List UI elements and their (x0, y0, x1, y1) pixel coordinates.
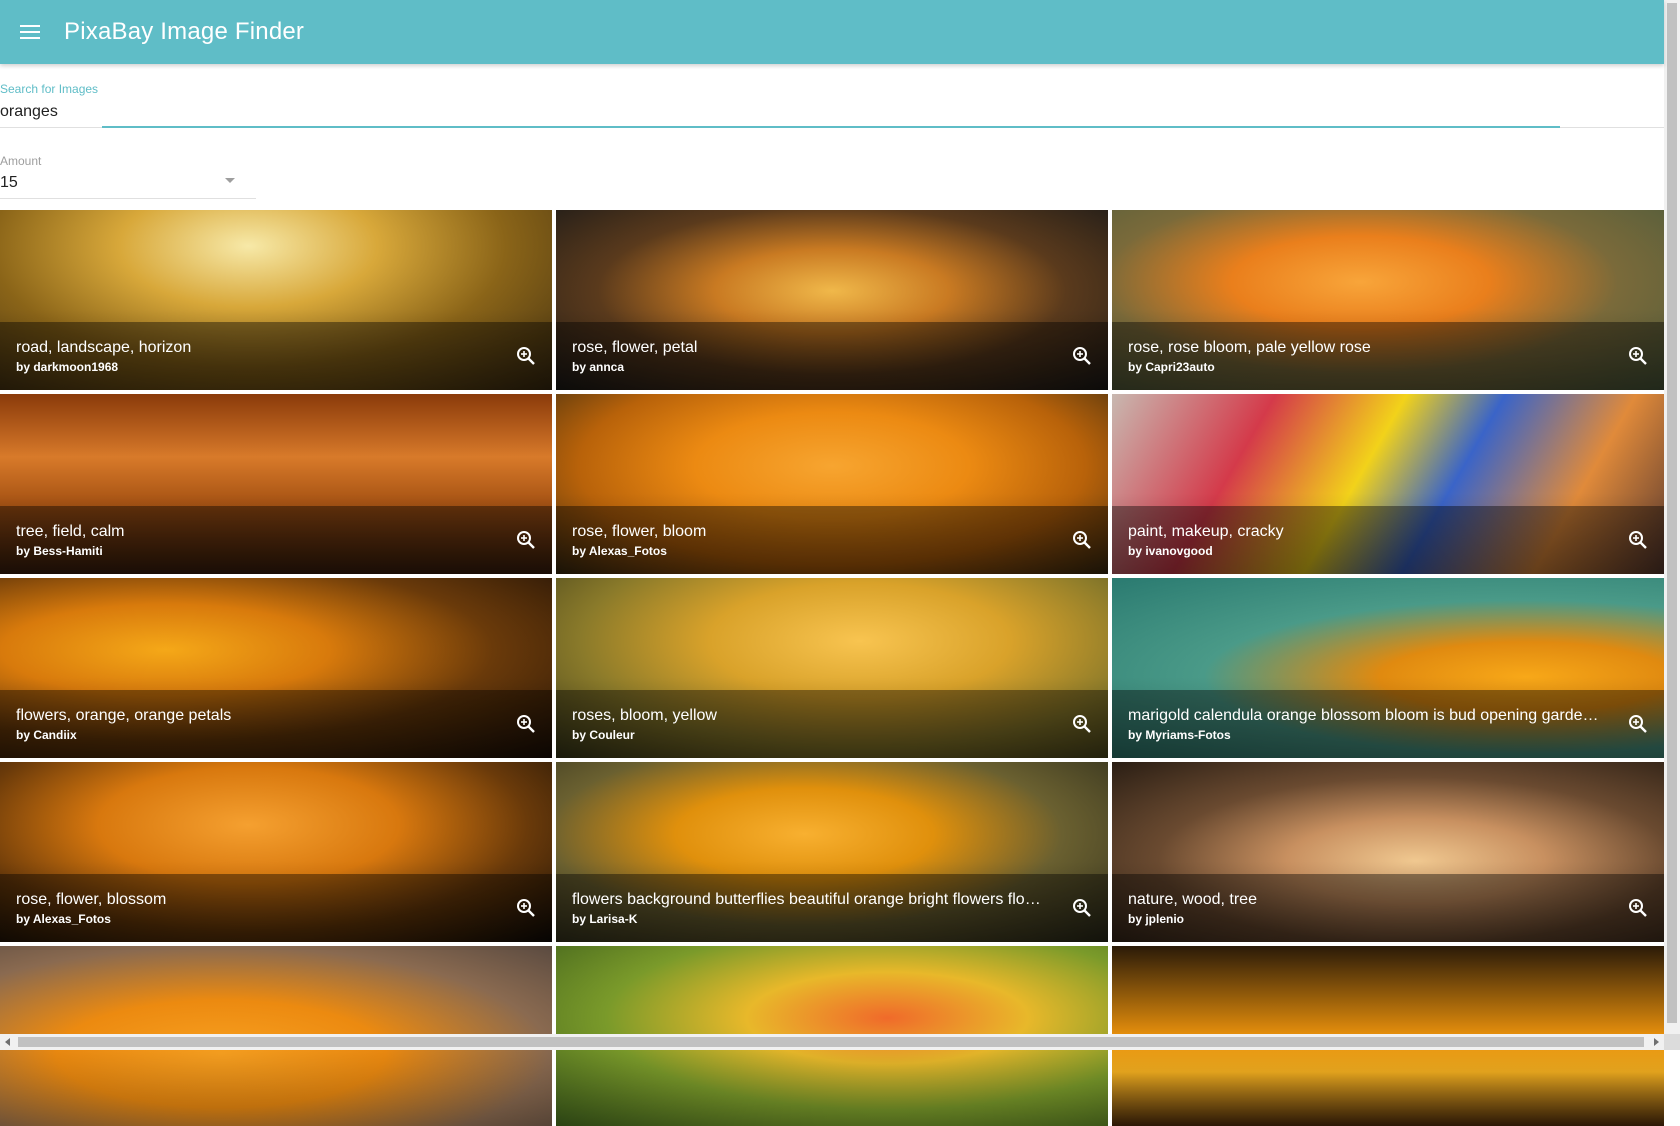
zoom-button[interactable] (1624, 894, 1652, 922)
tile-caption-bar: rose, flower, blossom by Alexas_Fotos (0, 874, 552, 942)
image-tile[interactable]: rose, flower, bloom by Alexas_Fotos (556, 394, 1108, 574)
image-tile[interactable]: rose, rose bloom, pale yellow rose by Ca… (1112, 210, 1664, 390)
menu-button[interactable] (10, 12, 50, 52)
tile-title: paint, makeup, cracky (1128, 523, 1284, 540)
horizontal-scrollbar[interactable] (0, 1034, 1664, 1050)
zoom-button[interactable] (1068, 526, 1096, 554)
zoom-in-icon (517, 531, 535, 549)
zoom-button[interactable] (512, 526, 540, 554)
menu-icon (20, 25, 40, 39)
zoom-button[interactable] (512, 342, 540, 370)
image-tile[interactable]: paint, makeup, cracky by ivanovgood (1112, 394, 1664, 574)
zoom-button[interactable] (1624, 710, 1652, 738)
tile-author: by Candiix (16, 728, 77, 742)
zoom-button[interactable] (512, 894, 540, 922)
tile-author: by Capri23auto (1128, 360, 1215, 374)
image-tile[interactable]: rose, flower, petal by annca (556, 210, 1108, 390)
image-tile[interactable]: tree, field, calm by Bess-Hamiti (0, 394, 552, 574)
vertical-scrollbar[interactable] (1664, 0, 1680, 1034)
image-tile[interactable]: roses, bloom, yellow by Couleur (556, 578, 1108, 758)
tile-caption-bar: flowers background butterflies beautiful… (556, 874, 1108, 942)
tile-caption-bar: tree, field, calm by Bess-Hamiti (0, 506, 552, 574)
zoom-in-icon (1629, 347, 1647, 365)
zoom-in-icon (1629, 899, 1647, 917)
zoom-in-icon (517, 347, 535, 365)
zoom-in-icon (1073, 531, 1091, 549)
vertical-scroll-thumb[interactable] (1667, 3, 1677, 1023)
zoom-in-icon (1073, 715, 1091, 733)
app-bar: PixaBay Image Finder (0, 0, 1664, 64)
tile-title: nature, wood, tree (1128, 891, 1257, 908)
tile-author: by Couleur (572, 728, 635, 742)
tile-caption-bar: roses, bloom, yellow by Couleur (556, 690, 1108, 758)
tile-title: tree, field, calm (16, 523, 125, 540)
zoom-button[interactable] (1624, 526, 1652, 554)
tile-author: by darkmoon1968 (16, 360, 119, 374)
tile-title: rose, flower, blossom (16, 891, 167, 908)
search-field: Search for Images (0, 78, 1664, 128)
zoom-button[interactable] (1068, 710, 1096, 738)
tile-author: by Bess-Hamiti (16, 544, 103, 558)
image-grid: road, landscape, horizon by darkmoon1968… (0, 210, 1664, 1126)
tile-author: by Larisa-K (572, 912, 638, 926)
tile-author: by jplenio (1128, 912, 1185, 926)
search-focus-underline (102, 126, 1560, 128)
image-tile[interactable]: flowers background butterflies beautiful… (556, 762, 1108, 942)
zoom-button[interactable] (1068, 894, 1096, 922)
zoom-button[interactable] (1068, 342, 1096, 370)
amount-value[interactable]: 15 (0, 174, 18, 192)
tile-author: by ivanovgood (1128, 544, 1213, 558)
image-tile[interactable]: road, landscape, horizon by darkmoon1968 (0, 210, 552, 390)
tile-caption-bar: flowers, orange, orange petals by Candii… (0, 690, 552, 758)
zoom-in-icon (1073, 347, 1091, 365)
tile-title: rose, rose bloom, pale yellow rose (1128, 339, 1371, 356)
horizontal-scroll-thumb[interactable] (18, 1037, 1644, 1047)
zoom-in-icon (517, 715, 535, 733)
scrollbar-corner (1664, 1034, 1680, 1050)
amount-underline (0, 198, 256, 199)
amount-select[interactable]: Amount 15 (0, 150, 256, 200)
image-tile[interactable]: rose, flower, blossom by Alexas_Fotos (0, 762, 552, 942)
zoom-button[interactable] (1624, 342, 1652, 370)
tile-author: by Alexas_Fotos (16, 912, 111, 926)
zoom-button[interactable] (512, 710, 540, 738)
scroll-left-arrow-icon[interactable] (3, 1037, 13, 1047)
zoom-in-icon (1629, 531, 1647, 549)
tile-title: flowers background butterflies beautiful… (572, 891, 1044, 908)
image-tile[interactable]: marigold calendula orange blossom bloom … (1112, 578, 1664, 758)
scroll-right-arrow-icon[interactable] (1651, 1037, 1661, 1047)
zoom-in-icon (1629, 715, 1647, 733)
tile-caption-bar: rose, flower, bloom by Alexas_Fotos (556, 506, 1108, 574)
zoom-in-icon (517, 899, 535, 917)
amount-label: Amount (0, 154, 42, 168)
tile-title: rose, flower, bloom (572, 523, 707, 540)
tile-caption-bar: road, landscape, horizon by darkmoon1968 (0, 322, 552, 390)
tile-caption-bar: paint, makeup, cracky by ivanovgood (1112, 506, 1664, 574)
tile-author: by Myriams-Fotos (1128, 728, 1231, 742)
image-tile[interactable]: nature, wood, tree by jplenio (1112, 762, 1664, 942)
tile-title: road, landscape, horizon (16, 339, 192, 356)
tile-title: rose, flower, petal (572, 339, 698, 356)
tile-caption-bar: nature, wood, tree by jplenio (1112, 874, 1664, 942)
tile-title: roses, bloom, yellow (572, 707, 717, 724)
tile-author: by Alexas_Fotos (572, 544, 667, 558)
tile-author: by annca (572, 360, 625, 374)
image-tile[interactable]: flowers, orange, orange petals by Candii… (0, 578, 552, 758)
dropdown-arrow-icon[interactable] (224, 178, 236, 184)
search-input[interactable] (0, 100, 1560, 124)
zoom-in-icon (1073, 899, 1091, 917)
search-label: Search for Images (0, 82, 99, 96)
tile-title: marigold calendula orange blossom bloom … (1128, 707, 1600, 724)
tile-title: flowers, orange, orange petals (16, 707, 232, 724)
app-title: PixaBay Image Finder (64, 18, 305, 45)
tile-caption-bar: rose, rose bloom, pale yellow rose by Ca… (1112, 322, 1664, 390)
tile-caption-bar: marigold calendula orange blossom bloom … (1112, 690, 1664, 758)
tile-caption-bar: rose, flower, petal by annca (556, 322, 1108, 390)
